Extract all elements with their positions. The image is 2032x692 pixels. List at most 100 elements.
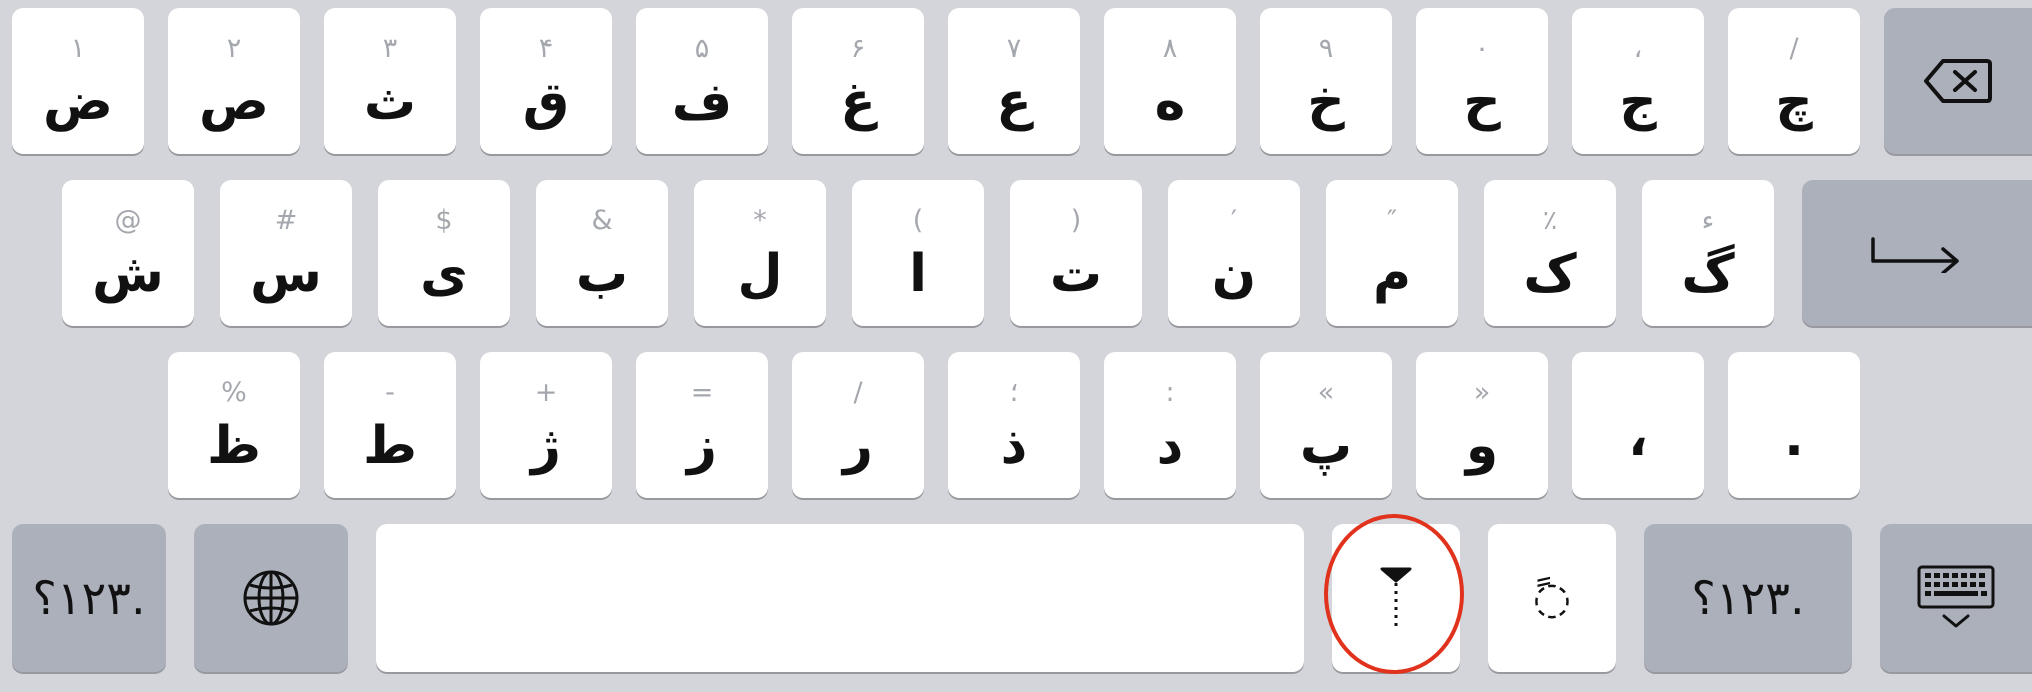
key-label: ب: [575, 244, 629, 304]
key-mim[interactable]: ″ م: [1326, 180, 1458, 326]
numbers-key-label: ١٢٣؟.: [1691, 571, 1805, 625]
key-hint: $: [435, 205, 453, 236]
key-hint: (: [912, 205, 924, 236]
numbers-key-label: ١٢٣؟.: [32, 571, 146, 625]
key-hint: /: [853, 377, 863, 408]
key-hint: ١: [70, 33, 86, 64]
tanvin-key[interactable]: ◌ً: [1488, 524, 1616, 672]
key-hint: ٩: [1318, 33, 1334, 64]
key-hint: -: [385, 377, 395, 408]
key-label: ی: [420, 244, 468, 304]
key-hint: ٢: [226, 33, 242, 64]
key-ein[interactable]: ٧ ع: [948, 8, 1080, 154]
key-hint: ٪: [1542, 205, 1558, 236]
key-label: ل: [737, 244, 783, 304]
numbers-key-right[interactable]: ١٢٣؟.: [1644, 524, 1852, 672]
space-bar[interactable]: [376, 524, 1304, 672]
key-comma[interactable]: ،: [1572, 352, 1704, 498]
key-re[interactable]: / ر: [792, 352, 924, 498]
zwnj-key[interactable]: [1332, 524, 1460, 672]
key-sad[interactable]: ٢ ص: [168, 8, 300, 154]
key-ta[interactable]: - ط: [324, 352, 456, 498]
key-period[interactable]: .: [1728, 352, 1860, 498]
tanvin-key-label: ◌ً: [1532, 572, 1572, 624]
key-gaf[interactable]: ء گ: [1642, 180, 1774, 326]
key-hint: »: [1473, 377, 1491, 408]
key-label: ض: [43, 72, 113, 132]
key-vav[interactable]: » و: [1416, 352, 1548, 498]
key-label: ذ: [1000, 416, 1028, 476]
key-label: ح: [1463, 72, 1501, 132]
key-ye[interactable]: $ ی: [378, 180, 510, 326]
key-label: ،: [1628, 408, 1648, 468]
key-se[interactable]: ٣ ث: [324, 8, 456, 154]
key-ghaf[interactable]: ۴ ق: [480, 8, 612, 154]
key-label: ز: [687, 416, 717, 476]
key-hint: ٨: [1162, 33, 1178, 64]
key-hhe[interactable]: ٠ ح: [1416, 8, 1548, 154]
key-sin[interactable]: # س: [220, 180, 352, 326]
key-hint: ٧: [1006, 33, 1022, 64]
key-che[interactable]: / چ: [1728, 8, 1860, 154]
key-za[interactable]: % ظ: [168, 352, 300, 498]
key-label: ت: [1049, 244, 1103, 304]
key-ze[interactable]: = ز: [636, 352, 768, 498]
key-hint: ء: [1701, 205, 1715, 236]
key-zal[interactable]: ؛ ذ: [948, 352, 1080, 498]
key-label: ا: [909, 244, 927, 304]
key-label: خ: [1307, 72, 1345, 132]
key-hint: ،: [1633, 33, 1643, 64]
key-zad[interactable]: ١ ض: [12, 8, 144, 154]
key-hint: @: [114, 205, 142, 236]
return-key[interactable]: [1802, 180, 2032, 326]
key-shin[interactable]: @ ش: [62, 180, 194, 326]
return-icon: [1802, 180, 2032, 326]
key-label: غ: [840, 72, 876, 132]
key-label: گ: [1681, 244, 1735, 304]
key-khe[interactable]: ٩ خ: [1260, 8, 1392, 154]
key-pe[interactable]: « پ: [1260, 352, 1392, 498]
key-label: ژ: [531, 416, 561, 476]
key-fe[interactable]: ۵ ف: [636, 8, 768, 154]
key-label: ص: [199, 72, 269, 132]
key-label: ش: [92, 244, 164, 304]
key-jim[interactable]: ، ج: [1572, 8, 1704, 154]
key-label: م: [1372, 244, 1412, 304]
key-label: ه: [1154, 72, 1186, 132]
keyboard-dismiss-icon: [1880, 524, 2032, 672]
key-kaf[interactable]: ٪ ک: [1484, 180, 1616, 326]
key-label: س: [250, 244, 322, 304]
key-zhe[interactable]: + ژ: [480, 352, 612, 498]
delete-key[interactable]: [1884, 8, 2032, 154]
key-lam[interactable]: * ل: [694, 180, 826, 326]
key-hint: %: [221, 377, 247, 408]
key-label: د: [1156, 416, 1184, 476]
numbers-key-left[interactable]: ١٢٣؟.: [12, 524, 166, 672]
key-ghein[interactable]: ۶ غ: [792, 8, 924, 154]
key-label: .: [1784, 408, 1804, 468]
key-label: ق: [522, 72, 570, 132]
globe-icon: [194, 524, 348, 672]
key-hint: *: [753, 205, 767, 236]
key-hint: +: [534, 377, 558, 408]
key-hint: «: [1317, 377, 1335, 408]
key-nun[interactable]: ′ ن: [1168, 180, 1300, 326]
persian-keyboard: ١ ض ٢ ص ٣ ث ۴ ق ۵ ف ۶ غ ٧ ع ٨ ه ٩ خ ٠ ح …: [0, 0, 2032, 692]
key-hint: ″: [1386, 205, 1398, 236]
dismiss-keyboard-key[interactable]: [1880, 524, 2032, 672]
key-hint: #: [274, 205, 298, 236]
key-hint: ۵: [694, 33, 710, 64]
key-alef[interactable]: ( ا: [852, 180, 984, 326]
key-label: ک: [1523, 244, 1577, 304]
key-he[interactable]: ٨ ه: [1104, 8, 1236, 154]
key-be[interactable]: & ب: [536, 180, 668, 326]
key-te[interactable]: ) ت: [1010, 180, 1142, 326]
key-label: ر: [843, 416, 873, 476]
key-hint: ): [1070, 205, 1082, 236]
key-hint: ؛: [1009, 377, 1019, 408]
key-label: ن: [1211, 244, 1257, 304]
key-dal[interactable]: : د: [1104, 352, 1236, 498]
globe-key[interactable]: [194, 524, 348, 672]
key-label: ع: [996, 72, 1032, 132]
key-hint: :: [1165, 377, 1175, 408]
